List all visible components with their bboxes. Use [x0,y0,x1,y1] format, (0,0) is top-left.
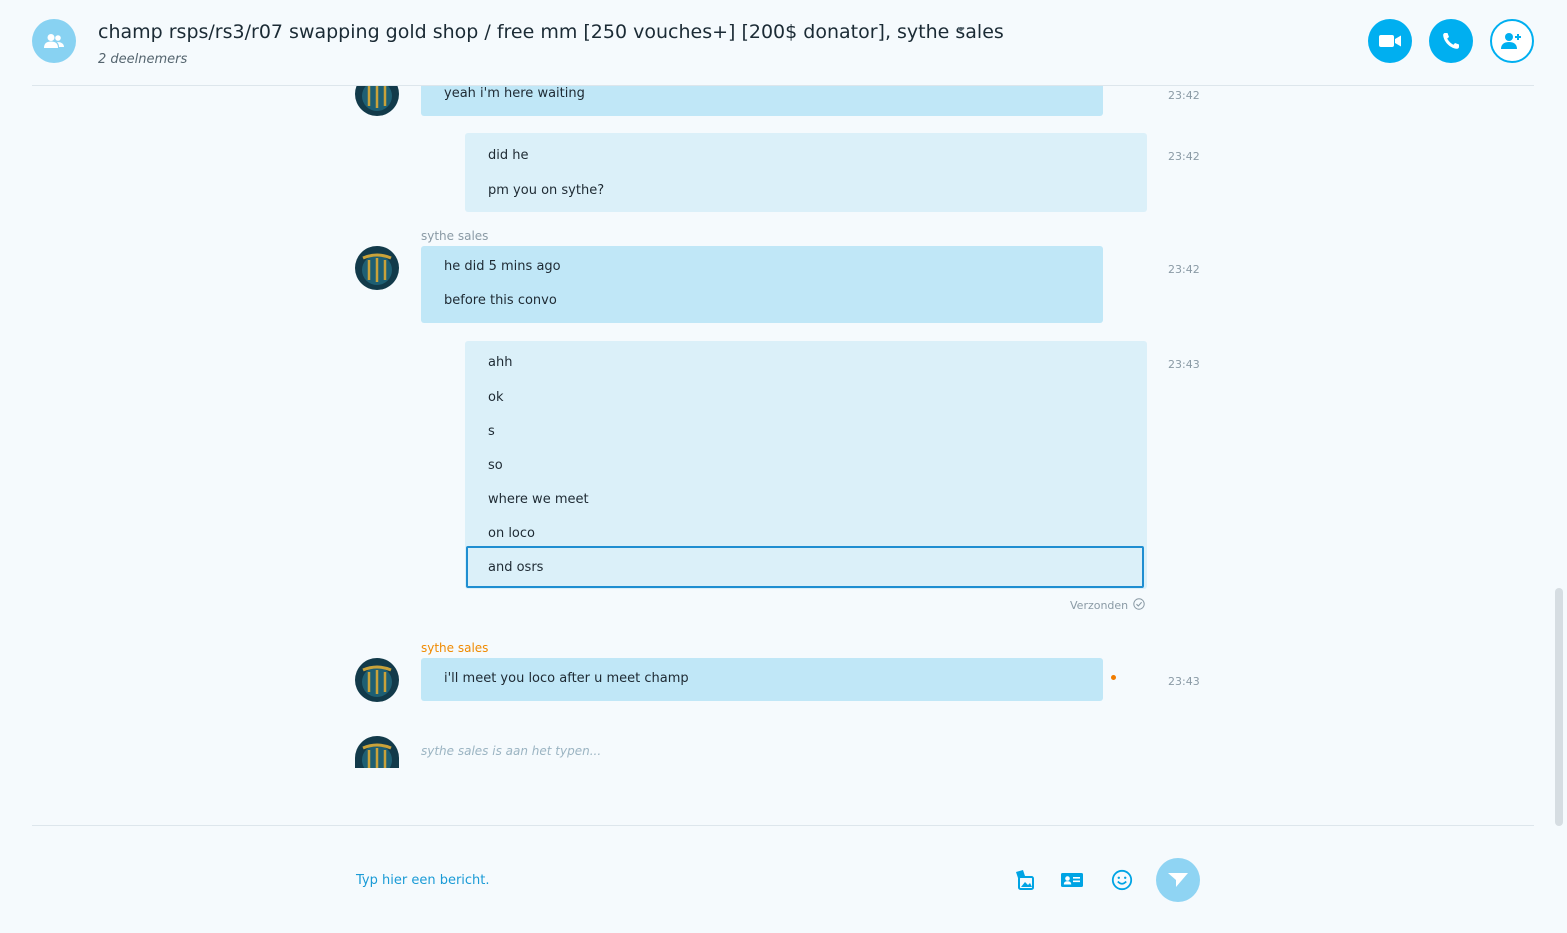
sender-avatar[interactable] [355,658,399,702]
message-text: and osrs [488,560,544,575]
send-media-button[interactable] [1012,867,1038,893]
message-text: yeah i'm here waiting [444,86,585,101]
avatar-image [355,658,399,702]
sender-avatar[interactable] [355,86,399,116]
contact-card-icon [1061,873,1083,887]
message-time: 23:43 [1168,358,1200,371]
message-text: where we meet [488,492,589,507]
sent-check-icon [1133,598,1145,610]
conversation-title[interactable]: champ rsps/rs3/r07 swapping gold shop / … [98,21,1004,43]
send-contact-button[interactable] [1059,867,1085,893]
message-bubble[interactable]: i'll meet you loco after u meet champ [421,658,1103,701]
message-text: before this convo [444,293,557,308]
sender-name[interactable]: sythe sales [421,229,488,243]
message-time: 23:43 [1168,675,1200,688]
typing-avatar [355,736,399,768]
video-call-icon [1379,35,1401,47]
message-text: on loco [488,526,535,541]
call-icon [1443,33,1459,49]
message-text: i'll meet you loco after u meet champ [444,671,689,686]
add-participant-button[interactable] [1490,19,1534,63]
unread-dot [1111,675,1116,680]
message-time: 23:42 [1168,89,1200,102]
sender-name[interactable]: sythe sales [421,641,488,655]
message-text: so [488,458,503,473]
avatar-image [355,86,399,116]
add-person-icon [1501,33,1521,49]
emoji-button[interactable] [1109,867,1135,893]
scrollbar-thumb[interactable] [1555,588,1563,826]
send-button[interactable] [1156,858,1200,902]
media-icon [1016,870,1034,890]
group-icon [44,34,64,48]
message-bubble[interactable]: did he pm you on sythe? [465,133,1147,212]
message-text: he did 5 mins ago [444,259,561,274]
message-input[interactable]: Typ hier een bericht. [356,873,976,888]
avatar-image [355,736,399,768]
video-call-button[interactable] [1368,19,1412,63]
message-text: ok [488,390,504,405]
chat-header: champ rsps/rs3/r07 swapping gold shop / … [0,0,1567,85]
message-bubble[interactable]: yeah i'm here waiting [421,86,1103,116]
participants-count[interactable]: 2 deelnemers [98,52,187,67]
chevron-down-icon[interactable] [956,24,966,34]
message-text: pm you on sythe? [488,183,605,198]
delivery-status: Verzonden [1070,599,1129,612]
message-text: did he [488,148,529,163]
message-time: 23:42 [1168,150,1200,163]
typing-indicator: sythe sales is aan het typen... [421,744,602,758]
emoji-icon [1111,869,1133,891]
audio-call-button[interactable] [1429,19,1473,63]
avatar-image [355,246,399,290]
message-time: 23:42 [1168,263,1200,276]
message-bubble[interactable]: he did 5 mins ago before this convo [421,246,1103,323]
sender-avatar[interactable] [355,246,399,290]
composer-divider [32,825,1534,826]
message-text: s [488,424,495,439]
message-text: ahh [488,355,513,370]
selected-message-line[interactable]: and osrs [466,546,1144,588]
group-avatar[interactable] [32,19,76,63]
message-list[interactable]: yeah i'm here waiting 23:42 did he pm yo… [0,86,1567,825]
send-icon [1168,873,1188,887]
